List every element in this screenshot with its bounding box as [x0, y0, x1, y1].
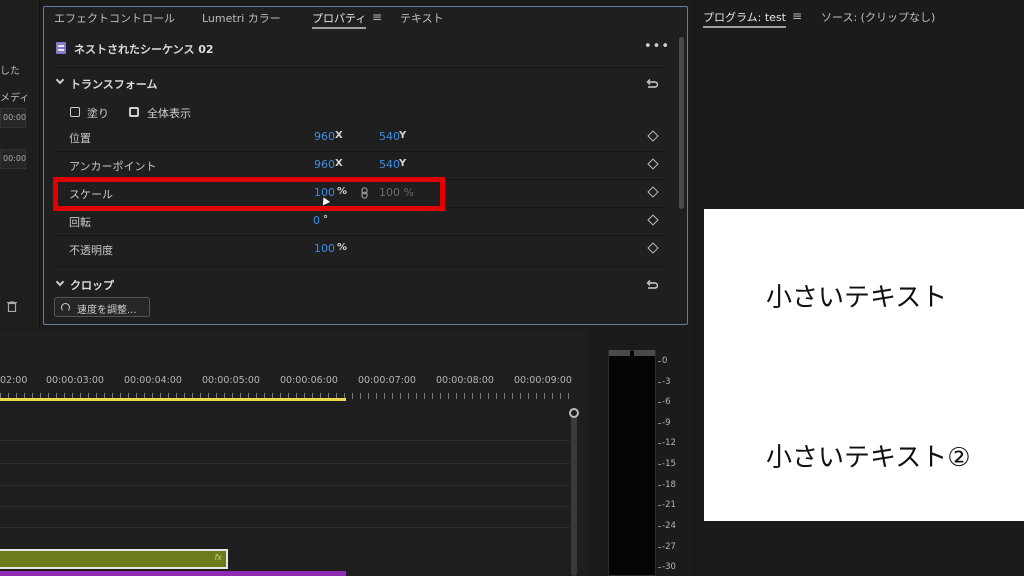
keyframe-diamond-icon[interactable]: [647, 214, 659, 226]
crop-section-title[interactable]: クロップ: [70, 277, 114, 293]
video-text-line-1: 小さいテキスト: [766, 283, 948, 313]
tab-program[interactable]: プログラム: test: [703, 9, 786, 28]
position-y-value[interactable]: 540: [379, 130, 400, 143]
rotation-value[interactable]: 0: [313, 214, 320, 227]
position-x-value[interactable]: 960: [314, 130, 335, 143]
db-label: -3: [657, 377, 671, 387]
audio-meter-bars: [608, 350, 656, 576]
db-label: 0: [657, 356, 668, 366]
audio-meter-peak-caps: [609, 350, 655, 356]
track-divider: [0, 485, 570, 486]
property-row-rotation: 回転 0 °: [55, 208, 667, 235]
tab-source[interactable]: ソース: (クリップなし): [821, 9, 935, 25]
more-options-icon[interactable]: •••: [644, 39, 670, 54]
transform-section-title[interactable]: トランスフォーム: [70, 76, 157, 92]
db-label: -27: [658, 542, 676, 552]
db-label: -30: [658, 562, 676, 572]
fx-badge: fx: [214, 553, 222, 562]
keyframe-diamond-icon[interactable]: [647, 158, 659, 170]
db-label: -21: [658, 500, 676, 510]
ruler-timecode: 02:00: [0, 375, 28, 386]
unit-label: Y: [399, 158, 407, 169]
tab-properties[interactable]: プロパティ: [312, 10, 367, 29]
audio-meter-panel: 0 -3 -6 -9 -12 -15 -18 -21 -24 -27 -30: [596, 330, 688, 576]
unit-label: X: [335, 158, 343, 169]
property-row-position: 位置 960 X 540 Y: [55, 124, 667, 151]
ruler-timecode: 00:00:07:00: [358, 375, 416, 386]
program-monitor-panel: プログラム: test ≡ ソース: (クリップなし) 小さいテキスト 小さいテ…: [694, 0, 1024, 576]
db-label: -6: [657, 397, 671, 407]
property-label: 不透明度: [69, 244, 113, 257]
nested-sequence-icon: [56, 42, 66, 54]
unit-label: %: [337, 242, 348, 253]
trash-icon[interactable]: [7, 301, 17, 312]
speedometer-icon: [61, 303, 70, 312]
unit-label: °: [323, 214, 328, 225]
unit-label: X: [335, 130, 343, 141]
project-text-fragment: した: [0, 66, 20, 77]
sequence-title: ネストされたシーケンス 02: [74, 43, 214, 56]
nested-sequence-clip[interactable]: fx: [0, 549, 228, 569]
ruler-timecode: 00:00:06:00: [280, 375, 338, 386]
db-label: -15: [658, 459, 676, 469]
opacity-value[interactable]: 100: [314, 242, 335, 255]
fit-icon[interactable]: [129, 107, 139, 117]
tab-text[interactable]: テキスト: [400, 10, 444, 26]
divider: [55, 67, 667, 68]
annotation-highlight-box: [53, 177, 445, 211]
reset-icon[interactable]: [646, 79, 658, 89]
property-row-anchor-point: アンカーポイント 960 X 540 Y: [55, 152, 667, 179]
timeline-panel: 02:00 00:00:03:00 00:00:04:00 00:00:05:0…: [0, 330, 588, 576]
anchor-x-value[interactable]: 960: [314, 158, 335, 171]
scrollbar-handle[interactable]: [569, 408, 579, 418]
db-label: -12: [658, 438, 676, 448]
properties-panel: エフェクトコントロール Lumetri カラー プロパティ ≡ テキスト ネスト…: [43, 6, 688, 325]
reset-icon[interactable]: [646, 280, 658, 290]
fill-icon[interactable]: [70, 107, 80, 117]
db-label: -9: [657, 418, 671, 428]
fill-option-label[interactable]: 塗り: [87, 105, 109, 121]
ruler-timecode: 00:00:08:00: [436, 375, 494, 386]
track-divider: [0, 506, 570, 507]
keyframe-diamond-icon[interactable]: [647, 186, 659, 198]
video-text-line-2: 小さいテキスト②: [766, 443, 971, 473]
ruler-timecode: 00:00:03:00: [46, 375, 104, 386]
program-video-frame[interactable]: 小さいテキスト 小さいテキスト②: [704, 209, 1024, 521]
track-divider: [0, 527, 570, 528]
panel-menu-icon[interactable]: ≡: [792, 9, 802, 23]
track-divider: [0, 440, 570, 441]
chevron-down-icon[interactable]: [55, 277, 65, 287]
chevron-down-icon[interactable]: [55, 75, 65, 85]
property-label: 回転: [69, 216, 91, 229]
anchor-y-value[interactable]: 540: [379, 158, 400, 171]
video-clip[interactable]: [0, 571, 346, 576]
panel-tabs: エフェクトコントロール Lumetri カラー プロパティ ≡ テキスト: [44, 7, 687, 31]
fit-option-label[interactable]: 全体表示: [147, 105, 191, 121]
tab-lumetri-color[interactable]: Lumetri カラー: [202, 10, 281, 26]
adjust-speed-button[interactable]: 速度を調整...: [54, 297, 150, 317]
panel-scrollbar[interactable]: [679, 37, 684, 209]
keyframe-diamond-icon[interactable]: [647, 130, 659, 142]
project-panel-edge: した メディ 00:00 00:00: [0, 0, 40, 328]
keyframe-diamond-icon[interactable]: [647, 242, 659, 254]
project-text-fragment: メディ: [0, 93, 30, 104]
adjust-speed-label: 速度を調整...: [77, 305, 137, 316]
project-timecode-field[interactable]: 00:00: [0, 149, 26, 169]
track-divider: [0, 463, 570, 464]
db-label: -24: [658, 521, 676, 531]
ruler-timecode: 00:00:04:00: [124, 375, 182, 386]
unit-label: Y: [399, 130, 407, 141]
property-row-opacity: 不透明度 100 %: [55, 236, 667, 263]
panel-menu-icon[interactable]: ≡: [372, 10, 382, 24]
divider: [55, 266, 667, 267]
ruler-timecode: 00:00:09:00: [514, 375, 572, 386]
db-label: -18: [658, 480, 676, 490]
property-label: 位置: [69, 132, 91, 145]
project-timecode-field[interactable]: 00:00: [0, 108, 26, 128]
timeline-vertical-scrollbar[interactable]: [571, 410, 577, 576]
tab-effect-controls[interactable]: エフェクトコントロール: [54, 10, 175, 26]
property-label: アンカーポイント: [69, 160, 157, 173]
work-area-bar[interactable]: [0, 398, 346, 401]
ruler-timecode: 00:00:05:00: [202, 375, 260, 386]
